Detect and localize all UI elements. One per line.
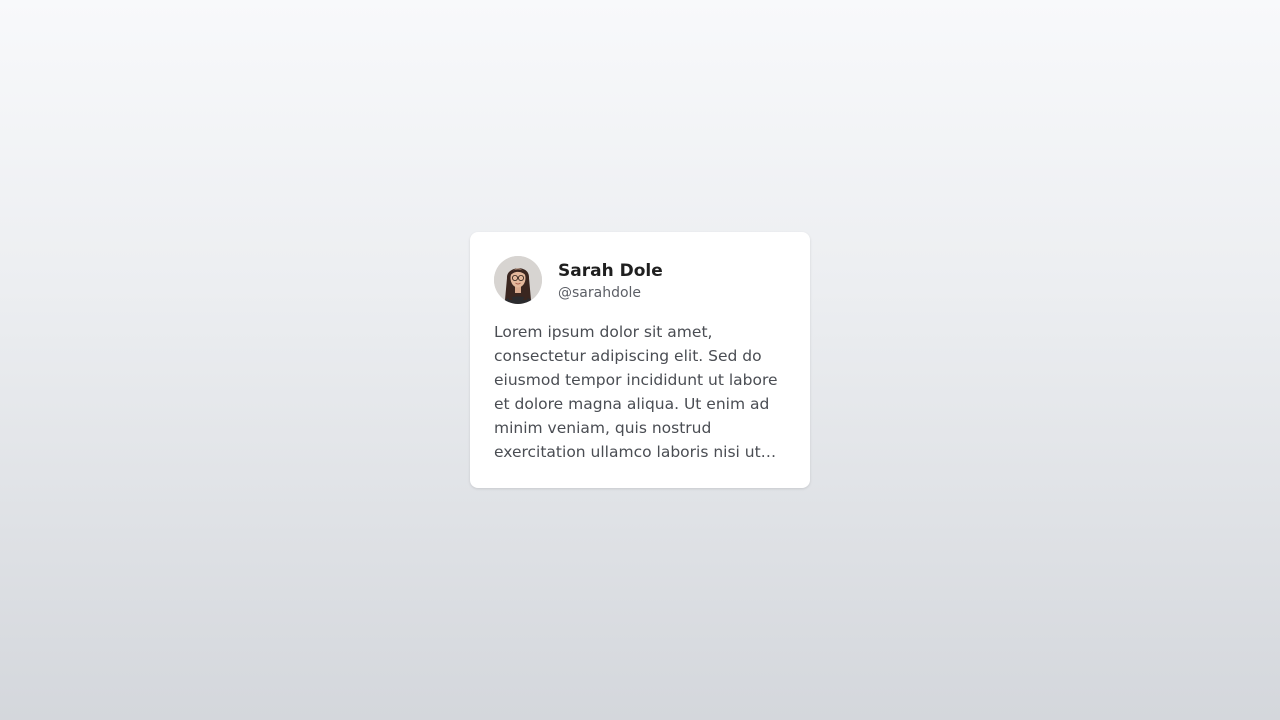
user-handle[interactable]: @sarahdole [558,284,663,302]
post-text: Lorem ipsum dolor sit amet, consectetur … [494,323,778,461]
avatar[interactable] [494,256,542,304]
card-header: Sarah Dole @sarahdole [494,256,786,304]
avatar-photo-icon [494,256,542,304]
profile-card: Sarah Dole @sarahdole Lorem ipsum dolor … [470,232,810,488]
user-name[interactable]: Sarah Dole [558,260,663,282]
user-identity: Sarah Dole @sarahdole [558,258,663,302]
